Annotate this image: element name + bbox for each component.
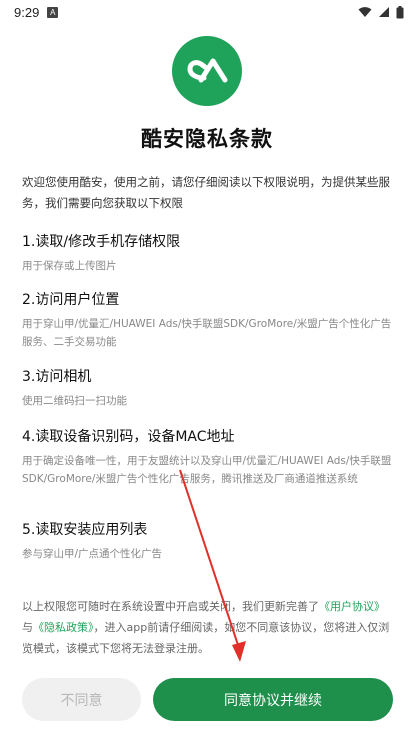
permission-location: 2.访问用户位置 用于穿山甲/优量汇/HUAWEI Ads/快手联盟SDK/Gr… bbox=[22, 291, 394, 351]
permission-title: 3.访问相机 bbox=[22, 369, 92, 385]
status-bar: 9:29 A bbox=[0, 0, 414, 24]
permission-device-id: 4.读取设备识别码，设备MAC地址 用于确定设备唯一性，用于友盟统计以及穿山甲/… bbox=[22, 428, 394, 488]
permission-storage: 1.读取/修改手机存储权限 用于保存或上传图片 bbox=[22, 233, 394, 275]
permission-desc: 用于穿山甲/优量汇/HUAWEI Ads/快手联盟SDK/GroMore/米盟广… bbox=[22, 318, 392, 348]
page-title: 酷安隐私条款 bbox=[141, 127, 273, 151]
permission-title: 4.读取设备识别码，设备MAC地址 bbox=[22, 429, 235, 445]
wifi-icon bbox=[358, 7, 372, 17]
battery-icon bbox=[396, 5, 404, 18]
permission-desc: 使用二维码扫一扫功能 bbox=[22, 395, 127, 407]
coolapk-logo-icon bbox=[172, 36, 242, 106]
signal-icon bbox=[379, 7, 389, 17]
privacy-policy-link[interactable]: 《隐私政策》 bbox=[33, 621, 94, 634]
notice-part2: 与 bbox=[22, 621, 33, 634]
permission-desc: 参与穿山甲/广点通个性化广告 bbox=[22, 548, 163, 560]
status-icons bbox=[358, 5, 404, 19]
permission-title: 2.访问用户位置 bbox=[22, 292, 120, 308]
user-agreement-link[interactable]: 《用户协议》 bbox=[319, 600, 385, 613]
decline-button[interactable]: 不同意 bbox=[22, 678, 141, 721]
status-time: 9:29 bbox=[14, 4, 40, 20]
permission-app-list: 5.读取安装应用列表 参与穿山甲/广点通个性化广告 bbox=[22, 521, 394, 563]
notice-text: 以上权限您可随时在系统设置中开启或关闭，我们更新完善了《用户协议》与《隐私政策》… bbox=[22, 596, 394, 659]
notification-a-icon: A bbox=[47, 6, 59, 18]
permission-desc: 用于确定设备唯一性，用于友盟统计以及穿山甲/优量汇/HUAWEI Ads/快手联… bbox=[22, 455, 392, 485]
intro-text: 欢迎您使用酷安，使用之前，请您仔细阅读以下权限说明，为提供某些服务，我们需要向您… bbox=[22, 175, 390, 210]
permission-camera: 3.访问相机 使用二维码扫一扫功能 bbox=[22, 368, 394, 410]
permission-title: 5.读取安装应用列表 bbox=[22, 522, 148, 538]
notice-part1: 以上权限您可随时在系统设置中开启或关闭，我们更新完善了 bbox=[22, 600, 319, 613]
permission-title: 1.读取/修改手机存储权限 bbox=[22, 234, 181, 250]
accept-continue-button[interactable]: 同意协议并继续 bbox=[153, 678, 393, 721]
permission-desc: 用于保存或上传图片 bbox=[22, 260, 117, 272]
